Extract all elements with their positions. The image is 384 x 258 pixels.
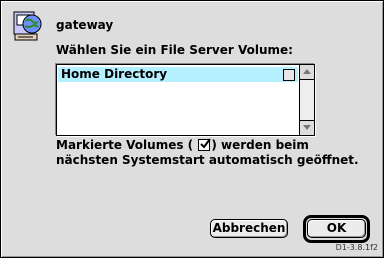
volume-list[interactable]: Home Directory — [56, 64, 315, 136]
cancel-button[interactable]: Abbrechen — [210, 219, 288, 238]
note-text-line2: nächsten Systemstart automatisch geöffne… — [56, 153, 359, 167]
arrow-up-icon — [303, 69, 311, 74]
volume-label: Home Directory — [61, 67, 168, 81]
note-text-after: ) werden beim — [211, 138, 309, 152]
volume-prompt: Wählen Sie ein File Server Volume: — [56, 43, 293, 57]
version-label: D1-3.8.1f2 — [335, 243, 378, 252]
auto-open-note: Markierte Volumes ( ) werden beim nächst… — [56, 138, 359, 168]
arrow-down-icon — [303, 125, 311, 130]
ok-button[interactable]: OK — [307, 219, 366, 238]
list-scrollbar[interactable] — [299, 65, 314, 135]
note-text-before: Markierte Volumes ( — [56, 138, 194, 152]
server-dialog: gateway Wählen Sie ein File Server Volum… — [0, 0, 384, 258]
auto-open-checkbox[interactable] — [283, 69, 295, 81]
appleshare-server-icon — [13, 10, 45, 42]
checkmark-icon — [198, 138, 212, 151]
scroll-down-button[interactable] — [300, 120, 314, 135]
scroll-up-button[interactable] — [300, 65, 314, 80]
server-name: gateway — [56, 18, 114, 32]
list-item[interactable]: Home Directory — [58, 67, 298, 82]
